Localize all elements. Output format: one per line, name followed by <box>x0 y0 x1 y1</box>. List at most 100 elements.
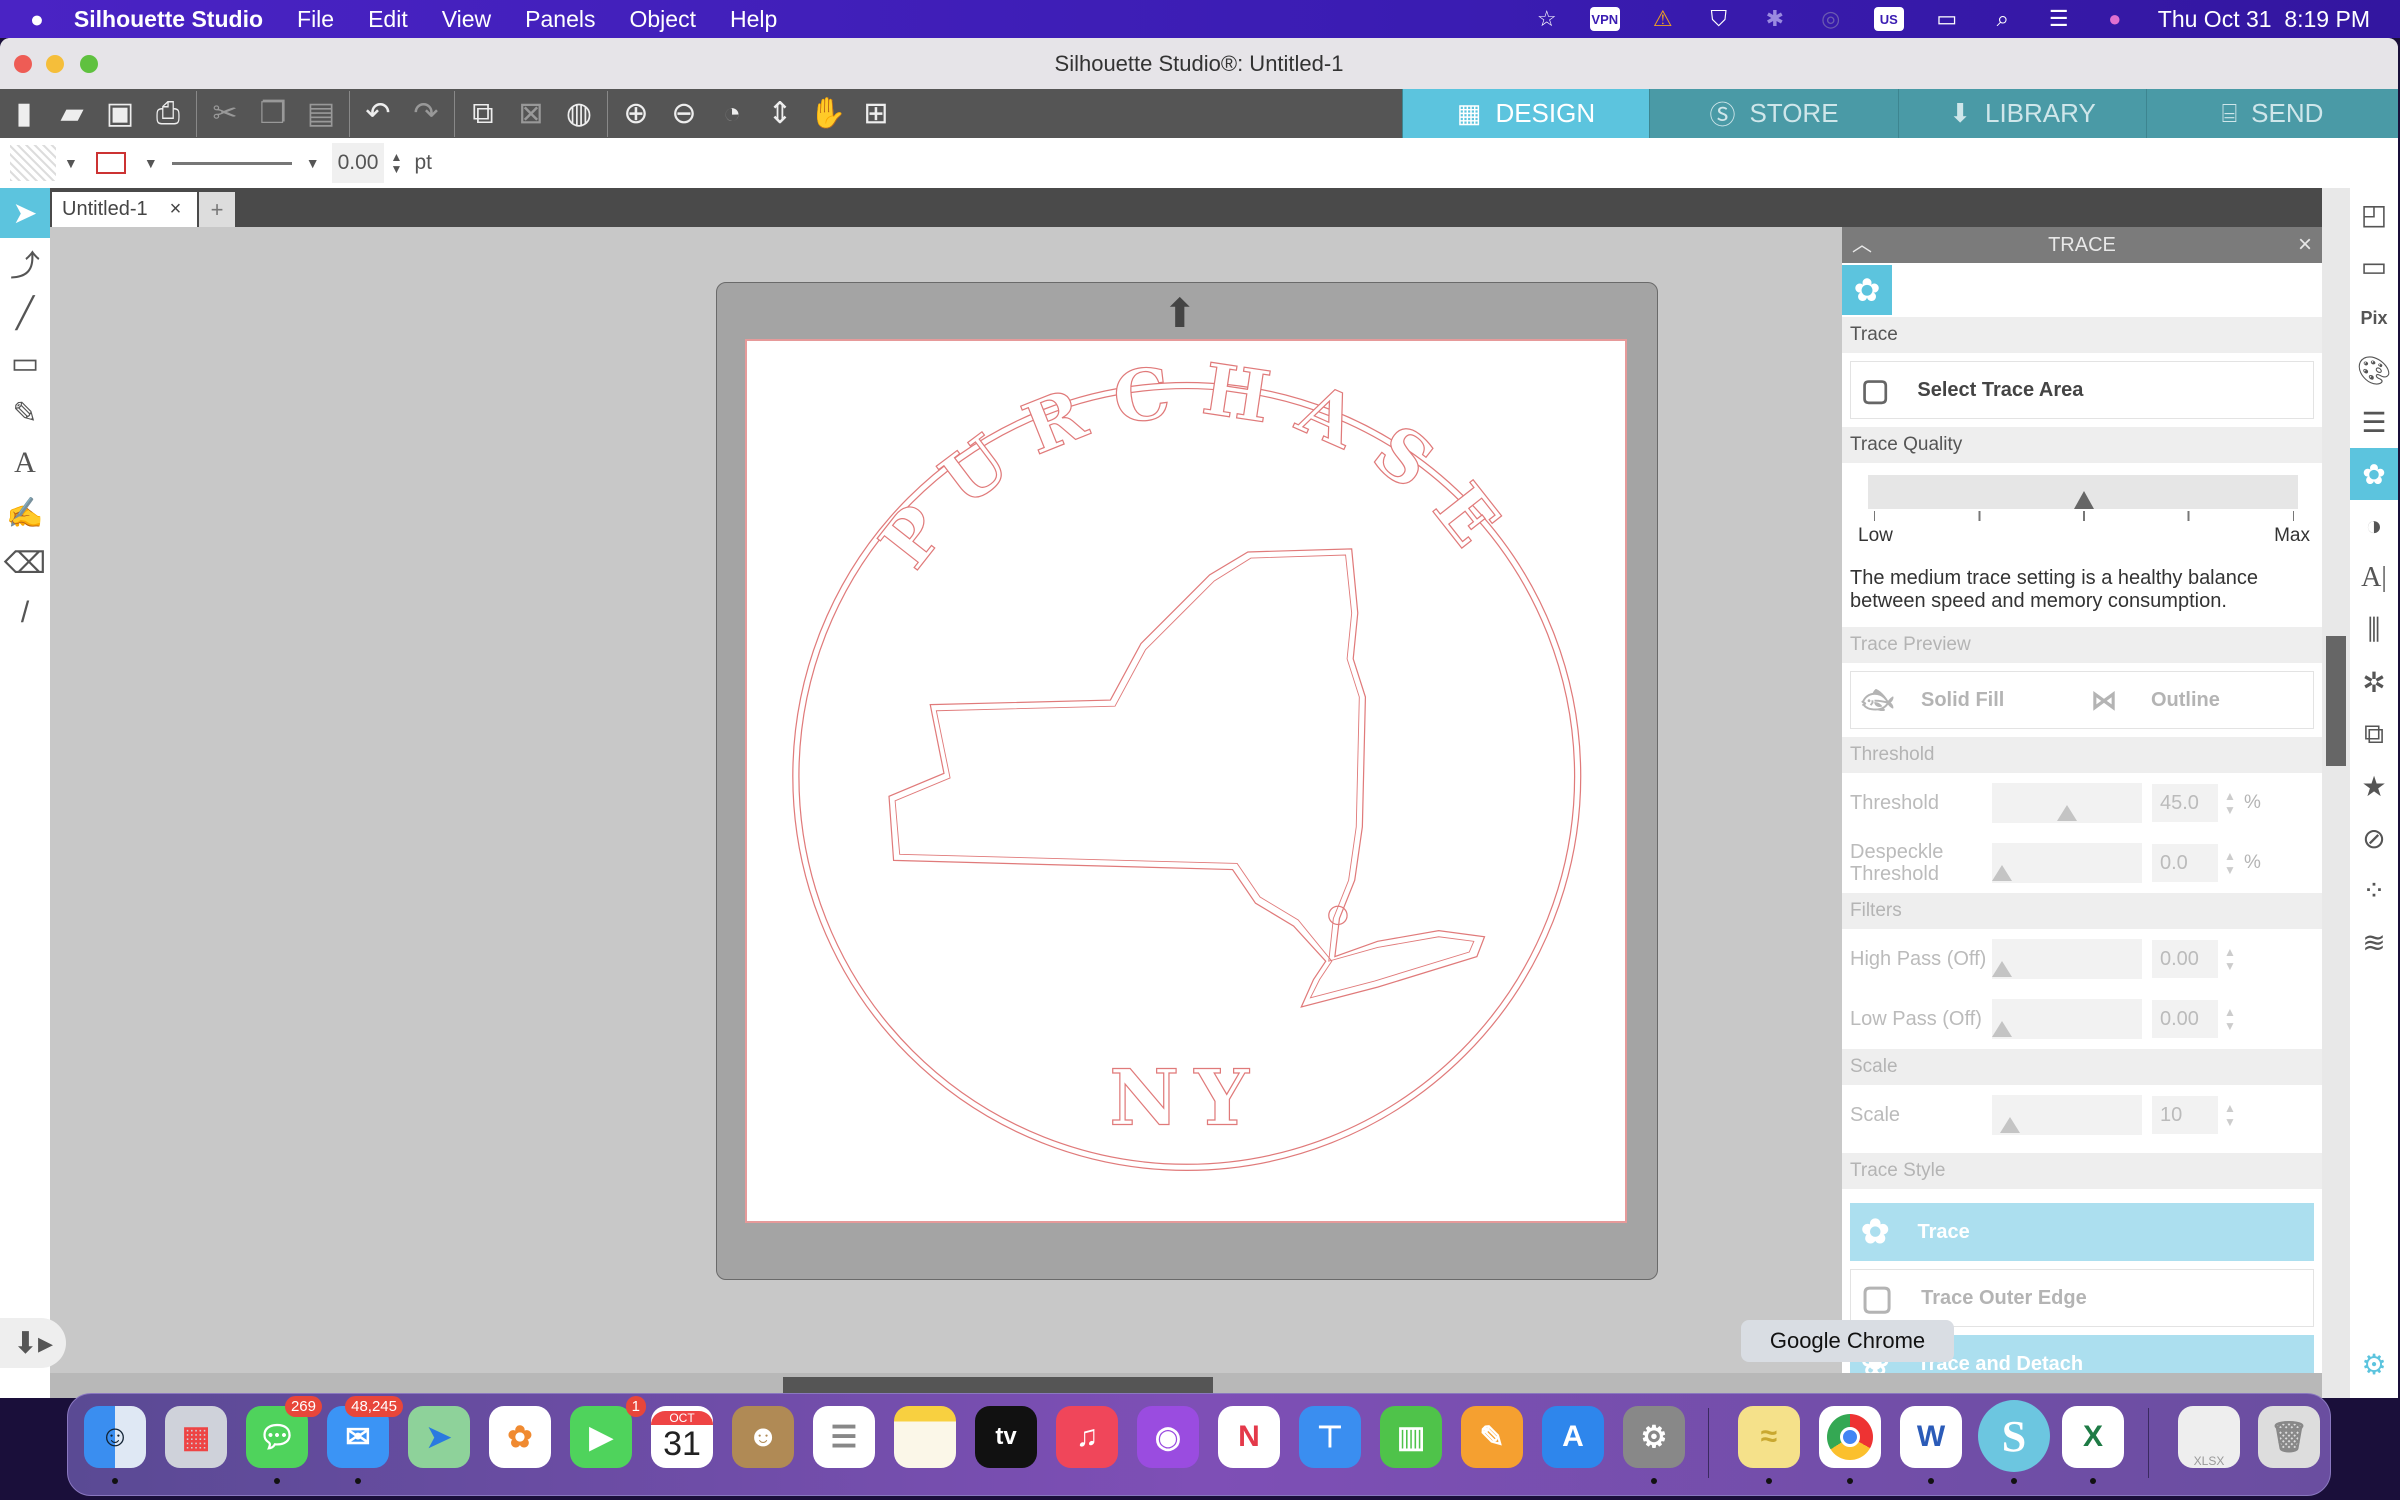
paste-icon[interactable]: ▤ <box>297 92 345 136</box>
music-icon[interactable]: ♫ <box>1056 1406 1118 1468</box>
design-page[interactable]: PURCHASE NY <box>745 339 1627 1223</box>
siri-icon[interactable]: ● <box>2102 6 2128 31</box>
low-pass-stepper[interactable]: ▲ ▼ <box>2224 1005 2238 1033</box>
news-icon[interactable]: N <box>1218 1406 1280 1468</box>
warning-shield-icon[interactable]: ⚠ <box>1650 6 1676 31</box>
solid-fill-option[interactable]: Solid Fill <box>1921 689 2091 712</box>
close-window-button[interactable] <box>14 55 32 73</box>
high-pass-stepper[interactable]: ▲ ▼ <box>2224 945 2238 973</box>
menu-app-name[interactable]: Silhouette Studio <box>74 6 263 33</box>
outline-fish-icon[interactable]: ⋈ <box>2091 685 2151 716</box>
scale-stepper[interactable]: ▲ ▼ <box>2224 1101 2238 1129</box>
word-icon[interactable]: W <box>1900 1406 1962 1468</box>
align-icon[interactable]: ⫼ <box>2350 604 2398 656</box>
modify-icon[interactable]: ⧉ <box>2350 708 2398 760</box>
star-icon[interactable]: ☆ <box>1534 6 1560 31</box>
menu-help[interactable]: Help <box>730 6 777 33</box>
tab-send[interactable]: ⌸ SEND <box>2146 89 2398 138</box>
bluetooth-icon[interactable]: ✱ <box>1762 6 1788 31</box>
mail-icon[interactable]: ✉ 48,245 <box>327 1396 403 1468</box>
point-edit-tool-icon[interactable]: ⤴ <box>0 238 50 288</box>
page-setup-icon[interactable]: ◰ <box>2350 188 2398 240</box>
eraser-tool-icon[interactable]: ⌫ <box>0 538 50 588</box>
new-file-icon[interactable]: ▮ <box>0 92 48 136</box>
menu-panels[interactable]: Panels <box>525 6 595 33</box>
menu-edit[interactable]: Edit <box>368 6 408 33</box>
trace-outer-edge-button[interactable]: ▢ Trace Outer Edge <box>1850 1269 2314 1327</box>
control-center-icon[interactable]: ☰ <box>2046 6 2072 31</box>
xlsx-document-icon[interactable]: XLSX <box>2178 1406 2240 1468</box>
numbers-icon[interactable]: ▥ <box>1380 1406 1442 1468</box>
select-tool-icon[interactable]: ➤ <box>0 188 50 238</box>
select-all-icon[interactable]: ⧉ <box>459 92 507 136</box>
rhinestone-icon[interactable]: ⁘ <box>2350 864 2398 916</box>
scale-input[interactable]: 10 <box>2152 1096 2218 1134</box>
airdrop-icon[interactable]: ◎ <box>1818 6 1844 31</box>
menu-object[interactable]: Object <box>629 6 695 33</box>
fill-pattern-swatch[interactable] <box>10 145 56 181</box>
trace-panel-icon[interactable]: ✿ <box>2350 448 2398 500</box>
text-style-icon[interactable]: A| <box>2350 552 2398 604</box>
silhouette-studio-icon[interactable]: S <box>1978 1400 2050 1472</box>
menu-view[interactable]: View <box>442 6 491 33</box>
apple-icon[interactable]: ● <box>30 6 44 33</box>
scale-slider[interactable] <box>1992 1095 2142 1135</box>
tab-library[interactable]: ⬇ LIBRARY <box>1898 89 2146 138</box>
line-style-dropdown-icon[interactable]: ▼ <box>306 155 320 171</box>
zoom-out-icon[interactable]: ⊖ <box>660 92 708 136</box>
fit-page-icon[interactable]: ⊞ <box>852 92 900 136</box>
chrome-icon[interactable] <box>1819 1406 1881 1468</box>
line-color-dropdown-icon[interactable]: ▼ <box>144 155 158 171</box>
podcasts-icon[interactable]: ◉ <box>1137 1406 1199 1468</box>
line-style-selector[interactable] <box>171 161 292 165</box>
finder-icon[interactable]: ☺ <box>84 1406 146 1468</box>
sketch-panel-icon[interactable]: ≋ <box>2350 916 2398 968</box>
system-preferences-icon[interactable]: ⚙ <box>1623 1406 1685 1468</box>
send-panel-icon[interactable]: ▭ <box>2350 240 2398 292</box>
line-style-icon[interactable]: ☰ <box>2350 396 2398 448</box>
launchpad-icon[interactable]: ▦ <box>165 1406 227 1468</box>
input-source-icon[interactable]: US <box>1873 7 1904 31</box>
trace-quality-slider[interactable]: Low Max <box>1842 463 2322 563</box>
clock[interactable]: Thu Oct 31 8:19 PM <box>2158 6 2370 33</box>
fill-select-icon[interactable]: ◍ <box>555 92 603 136</box>
design-artwork[interactable]: PURCHASE NY <box>747 341 1625 1221</box>
outline-option[interactable]: Outline <box>2151 689 2220 712</box>
low-pass-slider[interactable] <box>1992 999 2142 1039</box>
redo-icon[interactable]: ↷ <box>402 92 450 136</box>
trash-icon[interactable]: 🗑︎ <box>2258 1406 2320 1468</box>
zoom-in-icon[interactable]: ⊕ <box>612 92 660 136</box>
copy-icon[interactable]: ❐ <box>249 92 297 136</box>
line-width-input[interactable]: 0.00 <box>331 143 385 183</box>
excel-icon[interactable]: X <box>2062 1406 2124 1468</box>
cut-icon[interactable]: ✂ <box>201 92 249 136</box>
stickies-icon[interactable]: ≈ <box>1738 1406 1800 1468</box>
battery-icon[interactable]: ▭ <box>1934 6 1960 31</box>
facetime-icon[interactable]: ▶ 1 <box>570 1396 646 1468</box>
print-icon[interactable]: ⎙ <box>144 92 192 136</box>
threshold-input[interactable]: 45.0 <box>2152 784 2218 822</box>
pixscan-icon[interactable]: Pix <box>2350 292 2398 344</box>
reminders-icon[interactable]: ☰ <box>813 1406 875 1468</box>
library-toggle-icon[interactable]: ⬇▸ <box>0 1318 66 1368</box>
open-folder-icon[interactable]: ▰ <box>48 92 96 136</box>
minimize-window-button[interactable] <box>46 55 64 73</box>
contacts-icon[interactable]: ☻ <box>732 1406 794 1468</box>
text-tool-icon[interactable]: A <box>0 438 50 488</box>
doc-tab-untitled[interactable]: Untitled-1 × <box>52 192 197 227</box>
app-store-icon[interactable]: A <box>1542 1406 1604 1468</box>
threshold-stepper[interactable]: ▲ ▼ <box>2224 789 2238 817</box>
rectangle-tool-icon[interactable]: ▭ <box>0 338 50 388</box>
photos-icon[interactable]: ✿ <box>489 1406 551 1468</box>
despeckle-slider[interactable] <box>1992 843 2142 883</box>
panel-scrollbar[interactable] <box>2322 188 2350 1398</box>
pencil-tool-icon[interactable]: ✎ <box>0 388 50 438</box>
tab-design[interactable]: ▦ DESIGN <box>1402 89 1649 138</box>
fill-color-icon[interactable]: 🎨︎ <box>2350 344 2398 396</box>
messages-icon[interactable]: 💬︎ 269 <box>246 1396 322 1468</box>
shield-check-icon[interactable]: ⛉ <box>1706 6 1732 31</box>
offset-icon[interactable]: ⊘ <box>2350 812 2398 864</box>
zoom-select-icon[interactable]: ◔ <box>708 92 756 136</box>
transparency-icon[interactable]: ◑ <box>2350 500 2398 552</box>
pan-hand-icon[interactable]: ✋ <box>804 92 852 136</box>
